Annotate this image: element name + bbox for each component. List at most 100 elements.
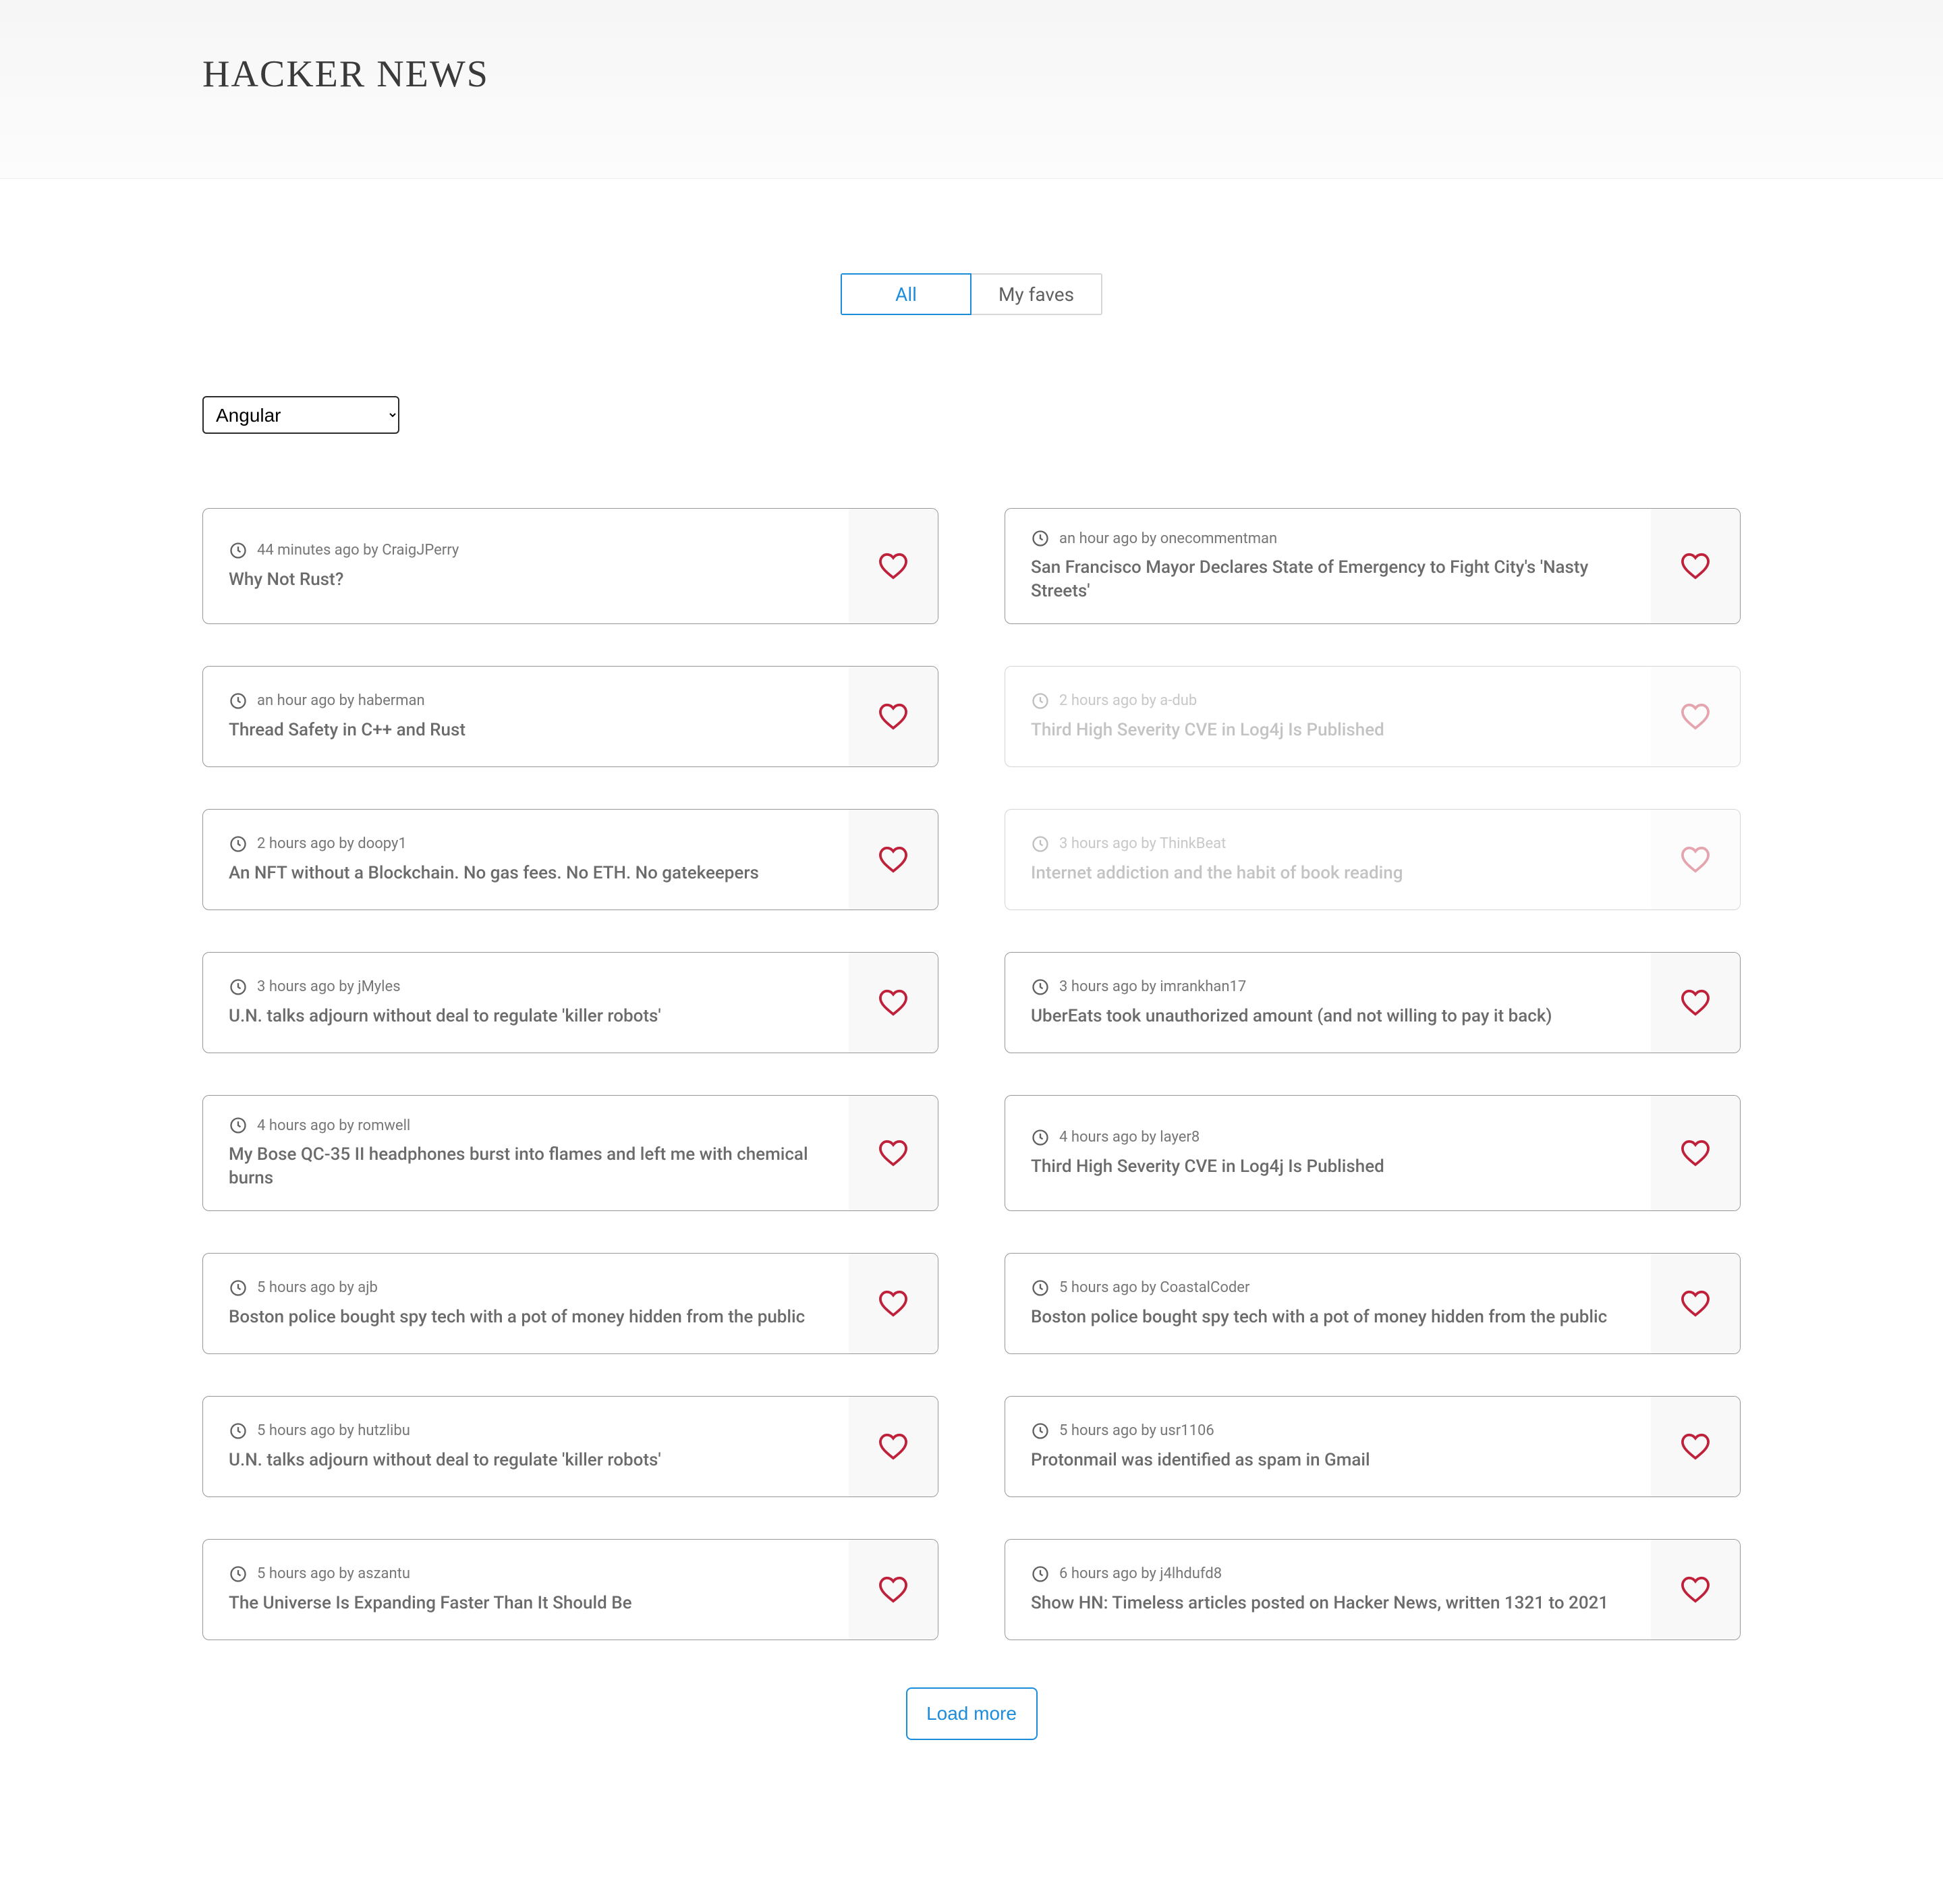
favorite-button[interactable]: [1651, 810, 1740, 909]
story-meta: 5 hours ago by aszantu: [229, 1565, 822, 1584]
story-card-body: 3 hours ago by ThinkBeatInternet addicti…: [1005, 810, 1651, 909]
story-card-body: 5 hours ago by CoastalCoder Boston police…: [1005, 1254, 1651, 1353]
clock-icon: [1031, 978, 1050, 997]
story-title: The Universe Is Expanding Faster Than It…: [229, 1592, 822, 1615]
story-meta-text: 3 hours ago by jMyles: [257, 978, 401, 995]
tab-my-faves[interactable]: My faves: [972, 273, 1102, 315]
story-meta-text: 44 minutes ago by CraigJPerry: [257, 542, 459, 559]
story-card[interactable]: 3 hours ago by imrankhan17 UberEats took …: [1005, 952, 1741, 1053]
favorite-button[interactable]: [1651, 1397, 1740, 1496]
story-card-body: 3 hours ago by jMyles U.N. talks adjourn …: [203, 953, 849, 1053]
story-card[interactable]: 2 hours ago by doopy1An NFT without a Bl…: [202, 809, 938, 910]
heart-icon: [1680, 988, 1711, 1017]
story-title: Thread Safety in C++ and Rust: [229, 719, 822, 742]
favorite-button[interactable]: [1651, 1096, 1740, 1210]
framework-select[interactable]: AngularReactVue: [202, 396, 399, 434]
tabs-container: All My faves: [0, 179, 1943, 315]
clock-icon: [1031, 529, 1050, 548]
clock-icon: [229, 1116, 248, 1135]
story-title: My Bose QC-35 II headphones burst into f…: [229, 1143, 822, 1190]
story-card[interactable]: an hour ago by habermanThread Safety in …: [202, 666, 938, 767]
heart-icon: [878, 1289, 909, 1318]
tabs: All My faves: [841, 273, 1102, 315]
heart-icon: [1680, 1139, 1711, 1167]
story-title: UberEats took unauthorized amount (and n…: [1031, 1005, 1624, 1028]
favorite-button[interactable]: [849, 1540, 938, 1640]
favorite-button[interactable]: [849, 1254, 938, 1353]
story-card-body: an hour ago by onecommentmanSan Francisc…: [1005, 509, 1651, 623]
favorite-button[interactable]: [1651, 1540, 1740, 1640]
clock-icon: [1031, 1422, 1050, 1440]
clock-icon: [229, 692, 248, 710]
story-meta-text: 3 hours ago by ThinkBeat: [1059, 835, 1226, 852]
story-meta-text: 6 hours ago by j4lhdufd8: [1059, 1565, 1222, 1582]
story-meta-text: 5 hours ago by CoastalCoder: [1059, 1279, 1249, 1296]
story-card-body: 3 hours ago by imrankhan17 UberEats took …: [1005, 953, 1651, 1053]
story-card[interactable]: an hour ago by onecommentmanSan Francisc…: [1005, 508, 1741, 624]
tab-all[interactable]: All: [841, 273, 972, 315]
story-card[interactable]: 3 hours ago by jMyles U.N. talks adjourn …: [202, 952, 938, 1053]
clock-icon: [229, 835, 248, 853]
story-card-body: 44 minutes ago by CraigJPerryWhy Not Rus…: [203, 509, 849, 623]
story-meta-text: 2 hours ago by a-dub: [1059, 692, 1197, 709]
story-card[interactable]: 5 hours ago by CoastalCoder Boston police…: [1005, 1253, 1741, 1354]
story-meta: an hour ago by onecommentman: [1031, 529, 1624, 548]
favorite-button[interactable]: [849, 1397, 938, 1496]
story-meta: 5 hours ago by hutzlibu: [229, 1422, 822, 1440]
story-card[interactable]: 4 hours ago by romwell My Bose QC-35 II h…: [202, 1095, 938, 1211]
clock-icon: [1031, 692, 1050, 710]
clock-icon: [229, 1422, 248, 1440]
load-more-button[interactable]: Load more: [906, 1687, 1038, 1740]
story-meta-text: 5 hours ago by aszantu: [257, 1565, 410, 1582]
clock-icon: [1031, 1128, 1050, 1147]
favorite-button[interactable]: [1651, 509, 1740, 623]
story-card[interactable]: 3 hours ago by ThinkBeatInternet addicti…: [1005, 809, 1741, 910]
story-meta: 3 hours ago by imrankhan17: [1031, 978, 1624, 997]
clock-icon: [229, 1279, 248, 1297]
favorite-button[interactable]: [849, 667, 938, 766]
story-meta: 5 hours ago by ajb: [229, 1279, 822, 1297]
clock-icon: [229, 978, 248, 997]
story-meta: 2 hours ago by doopy1: [229, 835, 822, 853]
heart-icon: [1680, 845, 1711, 874]
story-title: Show HN: Timeless articles posted on Hac…: [1031, 1592, 1624, 1615]
story-card[interactable]: 44 minutes ago by CraigJPerryWhy Not Rus…: [202, 508, 938, 624]
favorite-button[interactable]: [849, 953, 938, 1053]
story-meta: 44 minutes ago by CraigJPerry: [229, 541, 822, 560]
story-card-body: 5 hours ago by usr1106 Protonmail was ide…: [1005, 1397, 1651, 1496]
favorite-button[interactable]: [1651, 953, 1740, 1053]
story-title: U.N. talks adjourn without deal to regul…: [229, 1449, 822, 1472]
heart-icon: [1680, 702, 1711, 731]
favorite-button[interactable]: [1651, 1254, 1740, 1353]
story-meta: 5 hours ago by usr1106: [1031, 1422, 1624, 1440]
favorite-button[interactable]: [849, 810, 938, 909]
story-card-body: 4 hours ago by romwell My Bose QC-35 II h…: [203, 1096, 849, 1210]
story-meta-text: 2 hours ago by doopy1: [257, 835, 407, 852]
page-header: HACKER NEWS: [0, 0, 1943, 179]
heart-icon: [1680, 1289, 1711, 1318]
story-title: Protonmail was identified as spam in Gma…: [1031, 1449, 1624, 1472]
story-meta-text: an hour ago by onecommentman: [1059, 530, 1277, 547]
story-meta-text: 4 hours ago by romwell: [257, 1117, 410, 1134]
story-card[interactable]: 5 hours ago by usr1106 Protonmail was ide…: [1005, 1396, 1741, 1497]
favorite-button[interactable]: [849, 509, 938, 623]
favorite-button[interactable]: [1651, 667, 1740, 766]
story-meta: 4 hours ago by romwell: [229, 1116, 822, 1135]
story-card[interactable]: 6 hours ago by j4lhdufd8 Show HN: Timeles…: [1005, 1539, 1741, 1640]
story-card[interactable]: 5 hours ago by ajbBoston police bought s…: [202, 1253, 938, 1354]
heart-icon: [1680, 552, 1711, 580]
story-title: Boston police bought spy tech with a pot…: [1031, 1306, 1624, 1329]
story-title: U.N. talks adjourn without deal to regul…: [229, 1005, 822, 1028]
clock-icon: [1031, 1565, 1050, 1584]
favorite-button[interactable]: [849, 1096, 938, 1210]
story-title: Third High Severity CVE in Log4j Is Publ…: [1031, 1155, 1624, 1179]
story-card[interactable]: 4 hours ago by layer8Third High Severity…: [1005, 1095, 1741, 1211]
story-card[interactable]: 2 hours ago by a-dubThird High Severity …: [1005, 666, 1741, 767]
story-card[interactable]: 5 hours ago by aszantu The Universe Is Ex…: [202, 1539, 938, 1640]
heart-icon: [878, 552, 909, 580]
heart-icon: [878, 702, 909, 731]
story-card[interactable]: 5 hours ago by hutzlibu U.N. talks adjour…: [202, 1396, 938, 1497]
heart-icon: [878, 1139, 909, 1167]
heart-icon: [878, 1575, 909, 1604]
clock-icon: [229, 1565, 248, 1584]
